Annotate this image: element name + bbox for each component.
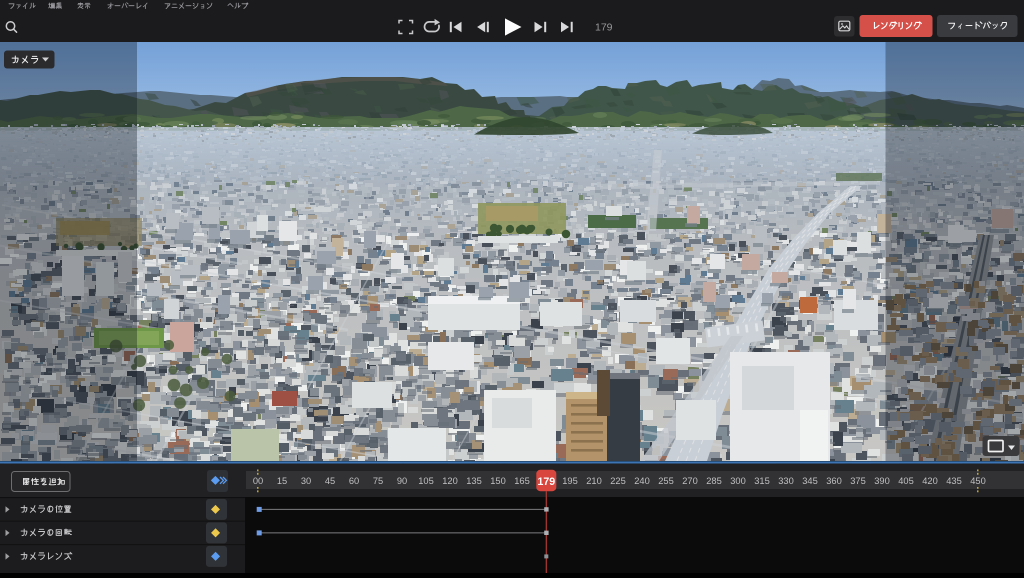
svg-text:255: 255	[658, 476, 674, 486]
svg-text:90: 90	[397, 476, 407, 486]
svg-text:195: 195	[562, 476, 578, 486]
svg-text:270: 270	[682, 476, 698, 486]
svg-text:75: 75	[373, 476, 383, 486]
svg-text:60: 60	[349, 476, 359, 486]
svg-text:105: 105	[418, 476, 434, 486]
svg-text:135: 135	[466, 476, 482, 486]
svg-text:179: 179	[537, 476, 555, 488]
svg-text:165: 165	[514, 476, 530, 486]
svg-text:120: 120	[442, 476, 458, 486]
svg-text:300: 300	[730, 476, 746, 486]
svg-text:225: 225	[610, 476, 626, 486]
svg-text:15: 15	[277, 476, 287, 486]
svg-text:150: 150	[490, 476, 506, 486]
svg-text:420: 420	[922, 476, 938, 486]
svg-text:210: 210	[586, 476, 602, 486]
svg-text:360: 360	[826, 476, 842, 486]
svg-text:240: 240	[634, 476, 650, 486]
svg-text:345: 345	[802, 476, 818, 486]
svg-text:405: 405	[898, 476, 914, 486]
svg-text:375: 375	[850, 476, 866, 486]
svg-text:285: 285	[706, 476, 722, 486]
svg-text:00: 00	[253, 476, 263, 486]
svg-text:390: 390	[874, 476, 890, 486]
svg-text:179: 179	[595, 22, 613, 34]
svg-text:45: 45	[325, 476, 335, 486]
svg-text:315: 315	[754, 476, 770, 486]
svg-text:30: 30	[301, 476, 311, 486]
svg-text:435: 435	[946, 476, 962, 486]
svg-text:450: 450	[970, 476, 986, 486]
svg-text:330: 330	[778, 476, 794, 486]
